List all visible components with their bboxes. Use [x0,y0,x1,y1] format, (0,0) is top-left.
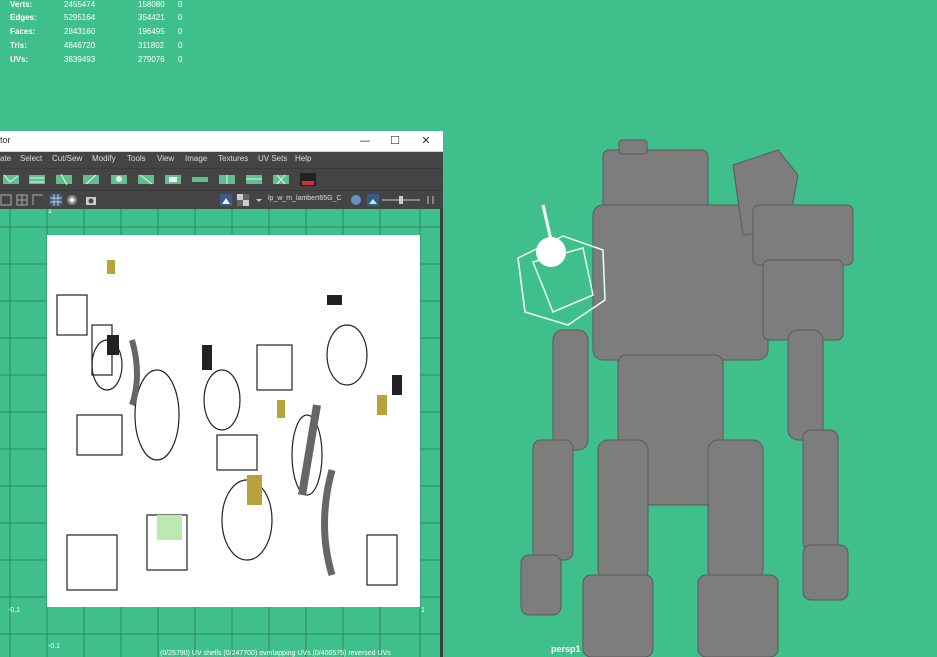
frame-icon[interactable] [32,194,44,206]
uv-tool-icon[interactable] [191,172,209,187]
robot-left-arm [552,329,589,451]
uv-axis-right-bottom: 1 [421,607,425,614]
uv-tool-icon[interactable] [55,172,73,187]
checker-icon[interactable] [237,194,249,206]
uv-view-toolbar: lp_w_m_lambert65G_C [0,190,443,209]
menu-help[interactable]: Help [295,154,311,163]
robot-left-leg [597,439,649,581]
window-title: tor [0,135,11,145]
uv-axis-top: 1 [48,209,52,215]
robot-right-arm [787,329,824,441]
grid-toggle-icon[interactable] [0,194,12,206]
grid-display-icon[interactable] [16,194,28,206]
robot-model-viewport[interactable] [443,0,937,657]
opacity-slider[interactable] [382,196,420,204]
uv-shells [56,260,402,591]
minimize-button[interactable]: — [355,133,375,149]
uv-tool-icon[interactable] [272,172,290,187]
uv-tool-icon[interactable] [82,172,100,187]
menu-tools[interactable]: Tools [127,154,146,163]
menu-view[interactable]: View [157,154,174,163]
camera-icon[interactable] [85,194,97,206]
exposure-icon[interactable] [350,194,362,206]
camera-label: persp1 [551,644,581,654]
shader-name[interactable]: lp_w_m_lambert65G_C [268,195,342,202]
manipulator-handle [536,237,566,267]
uv-tool-icon[interactable] [299,172,317,187]
maximize-button[interactable]: ☐ [385,133,405,149]
image-display-icon[interactable] [220,194,232,206]
menu-textures[interactable]: Textures [218,154,248,163]
uv-tool-icon[interactable] [110,172,128,187]
menu-cut-sew[interactable]: Cut/Sew [52,154,82,163]
uv-tool-icon[interactable] [164,172,182,187]
uv-status-bar: (0/25790) UV shells (0/247700) overlappi… [160,650,391,657]
menu-select[interactable]: Select [20,154,42,163]
menu-create[interactable]: ate [0,154,11,163]
uv-tool-icon[interactable] [2,172,20,187]
image-icon[interactable] [367,194,379,206]
uv-axis-bottom: -0.1 [48,643,61,650]
uv-tool-shelf [0,168,443,191]
grid-icon[interactable] [50,194,62,206]
uv-viewport[interactable]: 1 -0.1 1 -0.1 (0/25790) UV shells (0/247… [0,209,440,657]
uv-tool-icon[interactable] [218,172,236,187]
uv-texture-tile[interactable] [47,235,420,607]
uv-tool-icon[interactable] [245,172,263,187]
uv-tool-icon[interactable] [28,172,46,187]
menu-modify[interactable]: Modify [92,154,116,163]
uv-editor-window[interactable]: tor — ☐ ✕ ate Select Cut/Sew Modify Tool… [0,131,443,657]
overflow-icon[interactable] [425,194,437,206]
menu-uv-sets[interactable]: UV Sets [258,154,287,163]
uv-tool-icon[interactable] [137,172,155,187]
uv-editor-menubar: ate Select Cut/Sew Modify Tools View Ima… [0,152,443,168]
menu-image[interactable]: Image [185,154,207,163]
chevron-down-icon[interactable] [253,194,265,206]
shading-icon[interactable] [66,194,78,206]
robot-right-leg [707,439,764,581]
close-button[interactable]: ✕ [416,133,436,149]
uv-axis-left-bottom: -0.1 [8,607,21,614]
uv-editor-titlebar[interactable]: tor — ☐ ✕ [0,131,443,152]
robot-head [602,149,709,211]
